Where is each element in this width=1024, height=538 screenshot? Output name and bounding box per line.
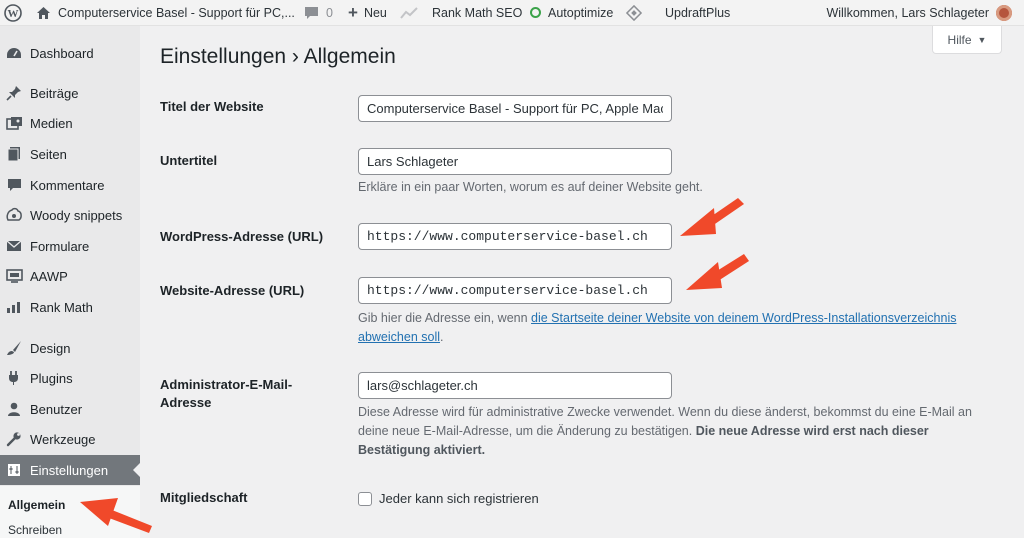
settings-icon [5, 461, 23, 479]
sidebar-item-label: Rank Math [30, 299, 93, 315]
welcome-text: Willkommen, Lars Schlageter [826, 6, 989, 20]
media-icon [5, 114, 23, 132]
sidebar-item-label: Einstellungen [30, 462, 109, 478]
arrow-annotation-wordpress-url [680, 198, 744, 236]
sidebar-item-label: Design [30, 340, 71, 356]
autoptimize-status-icon [530, 7, 541, 18]
user-icon [5, 400, 23, 418]
new-label: Neu [363, 5, 387, 20]
site-url-desc-suffix: . [440, 330, 444, 344]
plugin-icon [5, 369, 23, 387]
admin-bar: W Computerservice Basel - Support für PC… [0, 0, 1024, 26]
mail-icon [5, 237, 23, 255]
wordpress-url-input[interactable] [358, 223, 672, 250]
updraftplus-link[interactable]: UpdraftPlus [665, 0, 730, 26]
admin-email-description: Diese Adresse wird für administrative Zw… [358, 403, 988, 460]
autoptimize-link[interactable]: Autoptimize [530, 0, 613, 26]
arrow-annotation-site-url [686, 254, 749, 290]
updraft-icon[interactable] [626, 0, 642, 26]
settings-submenu: Allgemein Schreiben [0, 486, 140, 538]
sidebar-item-rank-math[interactable]: Rank Math [0, 292, 140, 322]
sidebar-item-label: AAWP [30, 268, 68, 284]
page-icon [5, 145, 23, 163]
home-icon[interactable] [36, 0, 51, 26]
svg-text:W: W [8, 8, 19, 20]
tagline-input[interactable] [358, 148, 672, 175]
sidebar-item-aawp[interactable]: AAWP [0, 261, 140, 291]
sidebar-item-settings[interactable]: Einstellungen [0, 455, 140, 485]
site-url-label: Website-Adresse (URL) [160, 283, 305, 298]
brush-icon [5, 339, 23, 357]
site-url-input[interactable] [358, 277, 672, 304]
sidebar-item-tools[interactable]: Werkzeuge [0, 424, 140, 454]
wrench-icon [5, 430, 23, 448]
tagline-label: Untertitel [160, 153, 218, 168]
snippets-icon [5, 206, 23, 224]
rank-math-ab-icon[interactable] [400, 0, 418, 26]
my-account[interactable]: Willkommen, Lars Schlageter [826, 0, 1012, 26]
admin-sidebar: Dashboard Beiträge Medien Seiten Komment… [0, 26, 140, 538]
new-content-link[interactable]: + Neu [348, 0, 387, 26]
sidebar-item-label: Plugins [30, 370, 73, 386]
aawp-icon [5, 267, 23, 285]
sidebar-item-forms[interactable]: Formulare [0, 231, 140, 261]
sidebar-item-design[interactable]: Design [0, 333, 140, 363]
site-name-link[interactable]: Computerservice Basel - Support für PC,.… [58, 0, 295, 26]
dashboard-icon [5, 44, 23, 62]
plus-icon: + [348, 3, 358, 22]
sidebar-item-media[interactable]: Medien [0, 108, 140, 138]
comments-link[interactable]: 0 [304, 0, 333, 26]
tagline-description: Erkläre in ein paar Worten, worum es auf… [358, 180, 703, 194]
sidebar-item-woody-snippets[interactable]: Woody snippets [0, 200, 140, 230]
help-button[interactable]: Hilfe ▼ [932, 26, 1002, 54]
wordpress-logo-icon[interactable]: W [4, 0, 22, 26]
sidebar-item-label: Seiten [30, 146, 67, 162]
sidebar-item-label: Medien [30, 115, 73, 131]
wordpress-url-label: WordPress-Adresse (URL) [160, 229, 324, 244]
sidebar-item-pages[interactable]: Seiten [0, 139, 140, 169]
help-label: Hilfe [947, 32, 972, 47]
membership-checkbox[interactable] [358, 492, 372, 506]
site-title-input[interactable] [358, 95, 672, 122]
comment-icon [5, 176, 23, 194]
sidebar-item-label: Werkzeuge [30, 431, 96, 447]
site-url-desc-prefix: Gib hier die Adresse ein, wenn [358, 311, 532, 325]
sidebar-item-dashboard[interactable]: Dashboard [0, 38, 140, 68]
rankmath-icon [5, 298, 23, 316]
autoptimize-label: Autoptimize [548, 5, 614, 20]
sidebar-item-users[interactable]: Benutzer [0, 394, 140, 424]
caret-down-icon: ▼ [977, 34, 987, 45]
sidebar-item-posts[interactable]: Beiträge [0, 78, 140, 108]
sidebar-item-label: Woody snippets [30, 207, 123, 223]
pin-icon [5, 84, 23, 102]
sidebar-item-label: Formulare [30, 238, 90, 254]
rank-math-seo-link[interactable]: Rank Math SEO [432, 0, 522, 26]
membership-label: Mitgliedschaft [160, 490, 248, 505]
sidebar-item-label: Dashboard [30, 45, 94, 61]
sidebar-item-comments[interactable]: Kommentare [0, 170, 140, 200]
avatar [996, 5, 1012, 21]
sidebar-item-plugins[interactable]: Plugins [0, 363, 140, 393]
sidebar-item-label: Benutzer [30, 401, 83, 417]
membership-checkbox-label[interactable]: Jeder kann sich registrieren [379, 491, 539, 506]
site-title-label: Titel der Website [160, 99, 264, 114]
admin-email-input[interactable] [358, 372, 672, 399]
comment-bubble-icon [305, 6, 318, 19]
site-url-description: Gib hier die Adresse ein, wenn die Start… [358, 309, 998, 347]
sidebar-item-label: Kommentare [30, 177, 105, 193]
comments-count: 0 [326, 5, 333, 20]
page-title: Einstellungen › Allgemein [160, 45, 396, 68]
admin-email-label: Administrator-E-Mail-Adresse [160, 377, 293, 410]
submenu-item-allgemein[interactable]: Allgemein [8, 498, 65, 512]
submenu-item-schreiben[interactable]: Schreiben [8, 523, 62, 537]
sidebar-item-label: Beiträge [30, 85, 79, 101]
